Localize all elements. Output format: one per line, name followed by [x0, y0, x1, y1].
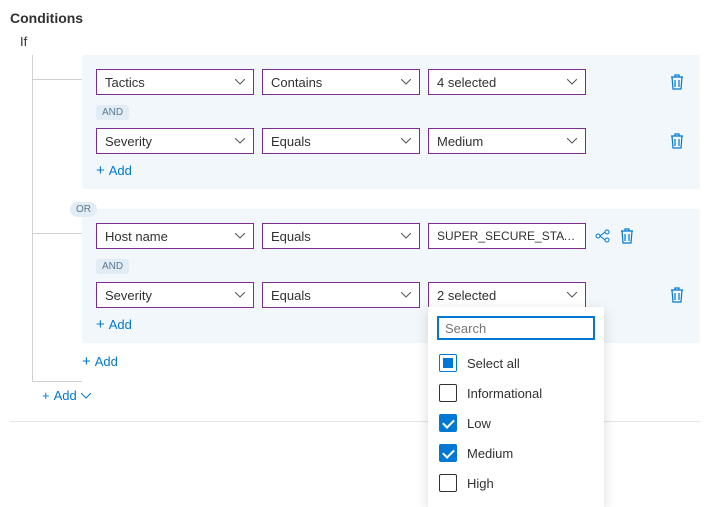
option-label: Low: [467, 416, 491, 431]
condition-row: Severity Equals 2 selected: [96, 282, 686, 308]
trash-icon: [670, 133, 684, 149]
plus-icon: +: [42, 388, 50, 403]
add-label: Add: [109, 163, 132, 178]
dropdown-option-select-all[interactable]: Select all: [429, 348, 603, 378]
checkbox-partial-icon: [439, 354, 457, 372]
field-value: Host name: [105, 229, 168, 244]
plus-icon: +: [96, 316, 105, 333]
value-text: 2 selected: [437, 288, 496, 303]
and-connector: AND: [96, 105, 129, 120]
add-group-button[interactable]: + Add: [82, 353, 118, 370]
value-text: 4 selected: [437, 75, 496, 90]
operator-value: Contains: [271, 75, 322, 90]
chevron-down-icon: [567, 138, 577, 144]
chevron-down-icon: [235, 79, 245, 85]
field-select[interactable]: Severity: [96, 282, 254, 308]
field-value: Severity: [105, 288, 152, 303]
chevron-down-icon: [81, 393, 91, 399]
chevron-down-icon: [401, 79, 411, 85]
add-condition-button[interactable]: + Add: [96, 316, 132, 333]
operator-select[interactable]: Equals: [262, 282, 420, 308]
dropdown-option[interactable]: Informational: [429, 378, 603, 408]
add-label: Add: [54, 388, 77, 403]
trash-icon: [670, 74, 684, 90]
chevron-down-icon: [235, 292, 245, 298]
chevron-down-icon: [567, 79, 577, 85]
network-icon: [595, 228, 611, 244]
value-select[interactable]: SUPER_SECURE_STATION: [428, 223, 586, 249]
delete-button[interactable]: [668, 132, 686, 150]
plus-icon: +: [96, 162, 105, 179]
value-dropdown: Select all Informational Low Medium High: [428, 307, 604, 507]
value-select[interactable]: 4 selected: [428, 69, 586, 95]
checkbox-unchecked-icon: [439, 474, 457, 492]
chevron-down-icon: [401, 233, 411, 239]
operator-value: Equals: [271, 134, 311, 149]
checkbox-checked-icon: [439, 414, 457, 432]
operator-select[interactable]: Equals: [262, 223, 420, 249]
condition-tree: Tactics Contains 4 selected AND Severity: [32, 55, 700, 370]
add-condition-button[interactable]: + Add: [96, 162, 132, 179]
field-select[interactable]: Tactics: [96, 69, 254, 95]
operator-value: Equals: [271, 288, 311, 303]
chevron-down-icon: [235, 233, 245, 239]
add-label: Add: [109, 317, 132, 332]
condition-row: Severity Equals Medium: [96, 128, 686, 154]
condition-row: Host name Equals SUPER_SECURE_STATION: [96, 223, 686, 249]
dropdown-option[interactable]: High: [429, 468, 603, 498]
chevron-down-icon: [567, 292, 577, 298]
operator-select[interactable]: Equals: [262, 128, 420, 154]
delete-button[interactable]: [618, 227, 636, 245]
value-text: SUPER_SECURE_STATION: [437, 229, 577, 243]
checkbox-checked-icon: [439, 444, 457, 462]
add-label: Add: [95, 354, 118, 369]
or-connector: OR: [70, 202, 97, 217]
field-select[interactable]: Severity: [96, 128, 254, 154]
add-group-wrapper: + Add: [82, 353, 700, 370]
section-title: Conditions: [10, 10, 700, 26]
dropdown-option[interactable]: Low: [429, 408, 603, 438]
operator-select[interactable]: Contains: [262, 69, 420, 95]
if-label: If: [20, 34, 700, 49]
operator-value: Equals: [271, 229, 311, 244]
chevron-down-icon: [401, 292, 411, 298]
option-label: Medium: [467, 446, 513, 461]
field-value: Tactics: [105, 75, 145, 90]
option-label: High: [467, 476, 494, 491]
option-label: Select all: [467, 356, 520, 371]
field-value: Severity: [105, 134, 152, 149]
option-label: Informational: [467, 386, 542, 401]
condition-row: Tactics Contains 4 selected: [96, 69, 686, 95]
delete-button[interactable]: [668, 73, 686, 91]
value-select[interactable]: Medium: [428, 128, 586, 154]
condition-group: Tactics Contains 4 selected AND Severity: [82, 55, 700, 189]
delete-button[interactable]: [668, 286, 686, 304]
dropdown-search-input[interactable]: [437, 316, 595, 340]
trash-icon: [620, 228, 634, 244]
chevron-down-icon: [401, 138, 411, 144]
add-root-button[interactable]: + Add: [42, 388, 91, 403]
value-text: Medium: [437, 134, 483, 149]
checkbox-unchecked-icon: [439, 384, 457, 402]
condition-group: Host name Equals SUPER_SECURE_STATION AN…: [82, 209, 700, 343]
relation-button[interactable]: [594, 227, 612, 245]
chevron-down-icon: [235, 138, 245, 144]
plus-icon: +: [82, 353, 91, 370]
value-select[interactable]: 2 selected: [428, 282, 586, 308]
trash-icon: [670, 287, 684, 303]
and-connector: AND: [96, 259, 129, 274]
dropdown-option[interactable]: Medium: [429, 438, 603, 468]
field-select[interactable]: Host name: [96, 223, 254, 249]
